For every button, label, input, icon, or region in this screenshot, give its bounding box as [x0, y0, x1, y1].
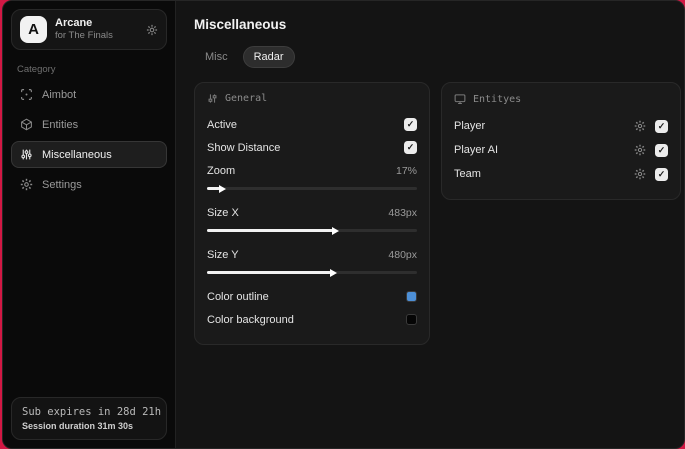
zoom-label: Zoom	[207, 164, 236, 177]
zoom-slider-thumb[interactable]	[218, 184, 226, 193]
brand-gear-icon[interactable]	[146, 24, 158, 36]
team-row: Team	[454, 163, 668, 185]
sidebar-item-label: Entities	[42, 118, 79, 131]
player-ai-settings-gear-icon[interactable]	[634, 144, 646, 156]
color-background-row: Color background	[207, 309, 417, 330]
player-ai-label: Player AI	[454, 144, 499, 156]
tab-bar: Misc Radar	[194, 46, 681, 68]
sidebar-item-aimbot[interactable]: Aimbot	[11, 81, 167, 108]
cube-icon	[20, 118, 33, 131]
active-label: Active	[207, 118, 237, 131]
color-outline-label: Color outline	[207, 290, 269, 303]
active-checkbox[interactable]	[404, 118, 417, 131]
sliders-icon	[207, 93, 218, 104]
monitor-icon	[454, 93, 466, 105]
size-x-value: 483px	[388, 206, 417, 219]
zoom-slider[interactable]	[207, 184, 417, 193]
size-x-slider-thumb[interactable]	[332, 226, 339, 235]
app-subtitle: for The Finals	[55, 30, 113, 42]
size-y-label: Size Y	[207, 248, 239, 261]
player-ai-checkbox[interactable]	[655, 143, 668, 157]
size-y-slider[interactable]	[207, 268, 417, 277]
size-x-slider[interactable]	[207, 226, 417, 235]
player-settings-gear-icon[interactable]	[634, 120, 646, 132]
team-checkbox[interactable]	[655, 167, 668, 181]
session-duration-text: Session duration 31m 30s	[22, 421, 134, 431]
sidebar-item-miscellaneous[interactable]: Miscellaneous	[11, 141, 167, 168]
player-row: Player	[454, 115, 668, 137]
app-logo: A	[20, 16, 47, 43]
tab-misc[interactable]: Misc	[194, 46, 239, 68]
color-background-label: Color background	[207, 313, 294, 326]
subscription-card: Sub expires in 28d 21h Session duration …	[11, 397, 167, 440]
player-checkbox[interactable]	[655, 119, 668, 133]
app-window: A Arcane for The Finals Category Aimbot	[2, 0, 685, 449]
general-panel: General Active Show Distance Zoom 17%	[194, 82, 430, 345]
sidebar-item-label: Miscellaneous	[42, 148, 112, 161]
entities-panel-title: Entityes	[473, 93, 522, 105]
color-outline-swatch[interactable]	[406, 291, 417, 302]
size-y-row: Size Y 480px	[207, 244, 417, 265]
color-background-swatch[interactable]	[406, 314, 417, 325]
equalizer-icon	[20, 148, 33, 161]
main-content: Miscellaneous Misc Radar General Active	[176, 1, 684, 448]
sidebar-item-entities[interactable]: Entities	[11, 111, 167, 138]
color-outline-row: Color outline	[207, 286, 417, 307]
player-ai-row: Player AI	[454, 139, 668, 161]
entities-panel: Entityes Player Player AI	[441, 82, 681, 200]
sidebar-item-label: Aimbot	[42, 88, 77, 101]
sub-expires-text: Sub expires in 28d 21h	[22, 406, 162, 418]
brand-card: A Arcane for The Finals	[11, 9, 167, 50]
team-settings-gear-icon[interactable]	[634, 168, 646, 180]
team-label: Team	[454, 168, 481, 180]
crosshair-icon	[20, 88, 33, 101]
app-name: Arcane	[55, 16, 93, 29]
show-distance-row: Show Distance	[207, 137, 417, 158]
zoom-row: Zoom 17%	[207, 160, 417, 181]
active-row: Active	[207, 114, 417, 135]
gear-icon	[20, 178, 33, 191]
category-label: Category	[17, 64, 56, 75]
sidebar: A Arcane for The Finals Category Aimbot	[3, 1, 176, 448]
tab-radar[interactable]: Radar	[242, 46, 295, 68]
sidebar-item-label: Settings	[42, 178, 82, 191]
size-x-row: Size X 483px	[207, 202, 417, 223]
show-distance-label: Show Distance	[207, 141, 281, 154]
size-y-value: 480px	[388, 248, 417, 261]
sidebar-item-settings[interactable]: Settings	[11, 171, 167, 198]
size-y-slider-thumb[interactable]	[329, 268, 337, 277]
sidebar-nav: Aimbot Entities Miscellaneous Settings	[11, 81, 167, 198]
player-label: Player	[454, 120, 486, 132]
size-x-label: Size X	[207, 206, 239, 219]
show-distance-checkbox[interactable]	[404, 141, 417, 154]
zoom-value: 17%	[395, 164, 417, 177]
general-panel-title: General	[225, 93, 268, 104]
page-title: Miscellaneous	[194, 17, 287, 32]
